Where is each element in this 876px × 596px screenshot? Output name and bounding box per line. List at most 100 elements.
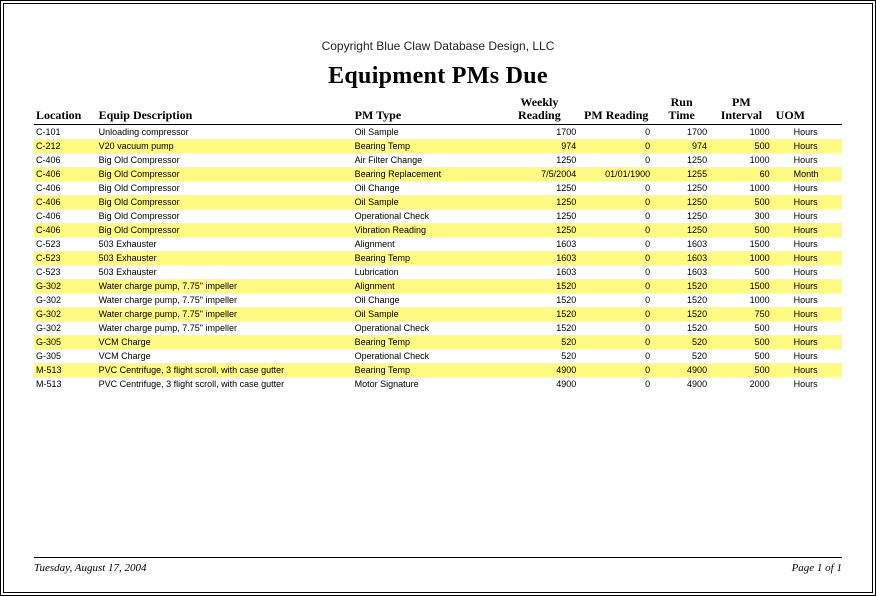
cell-pm-interval: 1000	[711, 251, 774, 265]
cell-pm-reading: 01/01/1900	[580, 167, 654, 181]
cell-run-time: 1700	[654, 125, 711, 140]
cell-pm-interval: 750	[711, 307, 774, 321]
cell-pm-reading: 0	[580, 377, 654, 391]
report-footer: Tuesday, August 17, 2004 Page 1 of 1	[34, 557, 842, 574]
cell-pm-reading: 0	[580, 251, 654, 265]
cell-weekly-reading: 1520	[501, 279, 581, 293]
cell-location: G-305	[34, 349, 97, 363]
cell-run-time: 1250	[654, 195, 711, 209]
cell-weekly-reading: 1520	[501, 293, 581, 307]
cell-location: C-523	[34, 237, 97, 251]
cell-pm-reading: 0	[580, 335, 654, 349]
cell-run-time: 1250	[654, 153, 711, 167]
cell-equip-desc: Water charge pump, 7.75" impeller	[97, 307, 353, 321]
cell-uom: Hours	[774, 195, 842, 209]
cell-run-time: 1520	[654, 307, 711, 321]
cell-equip-desc: Water charge pump, 7.75" impeller	[97, 279, 353, 293]
cell-pm-reading: 0	[580, 195, 654, 209]
cell-pm-reading: 0	[580, 293, 654, 307]
footer-page: Page 1 of 1	[792, 562, 842, 574]
cell-uom: Hours	[774, 139, 842, 153]
report-title: Equipment PMs Due	[34, 63, 842, 90]
cell-equip-desc: Big Old Compressor	[97, 195, 353, 209]
cell-pm-type: Oil Change	[353, 181, 501, 195]
table-row: G-302Water charge pump, 7.75" impellerOi…	[34, 307, 842, 321]
cell-run-time: 1603	[654, 237, 711, 251]
table-row: C-523503 ExhausterLubrication16030160350…	[34, 265, 842, 279]
cell-location: C-523	[34, 265, 97, 279]
cell-weekly-reading: 1250	[501, 181, 581, 195]
cell-pm-reading: 0	[580, 125, 654, 140]
cell-uom: Hours	[774, 377, 842, 391]
col-header-uom: UOM	[774, 94, 842, 125]
cell-pm-type: Oil Sample	[353, 125, 501, 140]
cell-equip-desc: 503 Exhauster	[97, 251, 353, 265]
cell-pm-interval: 60	[711, 167, 774, 181]
cell-pm-reading: 0	[580, 181, 654, 195]
col-header-equip-desc: Equip Description	[97, 94, 353, 125]
cell-pm-reading: 0	[580, 307, 654, 321]
cell-pm-reading: 0	[580, 363, 654, 377]
cell-equip-desc: Big Old Compressor	[97, 223, 353, 237]
cell-pm-type: Operational Check	[353, 349, 501, 363]
col-header-pm-reading: PM Reading	[580, 94, 654, 125]
cell-pm-type: Bearing Temp	[353, 139, 501, 153]
cell-pm-interval: 1000	[711, 181, 774, 195]
cell-location: C-212	[34, 139, 97, 153]
cell-pm-interval: 1500	[711, 237, 774, 251]
cell-location: G-302	[34, 321, 97, 335]
table-row: C-406Big Old CompressorAir Filter Change…	[34, 153, 842, 167]
cell-equip-desc: Unloading compressor	[97, 125, 353, 140]
cell-pm-type: Oil Change	[353, 293, 501, 307]
cell-run-time: 4900	[654, 377, 711, 391]
cell-weekly-reading: 520	[501, 335, 581, 349]
cell-run-time: 1520	[654, 293, 711, 307]
table-row: G-305VCM ChargeBearing Temp5200520500Hou…	[34, 335, 842, 349]
cell-equip-desc: Big Old Compressor	[97, 167, 353, 181]
cell-location: C-406	[34, 153, 97, 167]
cell-pm-interval: 1000	[711, 293, 774, 307]
cell-pm-type: Motor Signature	[353, 377, 501, 391]
report-table: Location Equip Description PM Type Weekl…	[34, 94, 842, 391]
cell-pm-type: Bearing Replacement	[353, 167, 501, 181]
cell-equip-desc: V20 vacuum pump	[97, 139, 353, 153]
cell-uom: Hours	[774, 223, 842, 237]
table-row: G-302Water charge pump, 7.75" impellerOp…	[34, 321, 842, 335]
cell-equip-desc: Big Old Compressor	[97, 181, 353, 195]
cell-pm-interval: 500	[711, 349, 774, 363]
cell-weekly-reading: 4900	[501, 363, 581, 377]
cell-weekly-reading: 1700	[501, 125, 581, 140]
table-row: G-305VCM ChargeOperational Check52005205…	[34, 349, 842, 363]
cell-pm-interval: 500	[711, 335, 774, 349]
report-content: Copyright Blue Claw Database Design, LLC…	[3, 3, 873, 593]
col-header-pm-interval: PM Interval	[711, 94, 774, 125]
cell-weekly-reading: 1250	[501, 223, 581, 237]
cell-weekly-reading: 1603	[501, 251, 581, 265]
cell-equip-desc: VCM Charge	[97, 349, 353, 363]
cell-uom: Hours	[774, 181, 842, 195]
cell-pm-reading: 0	[580, 209, 654, 223]
cell-run-time: 4900	[654, 363, 711, 377]
cell-pm-interval: 500	[711, 195, 774, 209]
cell-pm-interval: 2000	[711, 377, 774, 391]
cell-pm-interval: 500	[711, 139, 774, 153]
cell-pm-type: Bearing Temp	[353, 363, 501, 377]
table-row: C-523503 ExhausterAlignment1603016031500…	[34, 237, 842, 251]
cell-weekly-reading: 1603	[501, 237, 581, 251]
cell-pm-type: Operational Check	[353, 209, 501, 223]
col-header-run-time: Run Time	[654, 94, 711, 125]
table-row: G-302Water charge pump, 7.75" impellerAl…	[34, 279, 842, 293]
table-row: C-406Big Old CompressorOperational Check…	[34, 209, 842, 223]
cell-weekly-reading: 1520	[501, 307, 581, 321]
cell-run-time: 520	[654, 349, 711, 363]
cell-run-time: 1255	[654, 167, 711, 181]
cell-pm-reading: 0	[580, 279, 654, 293]
cell-uom: Hours	[774, 265, 842, 279]
cell-run-time: 1603	[654, 251, 711, 265]
cell-pm-type: Lubrication	[353, 265, 501, 279]
cell-uom: Hours	[774, 237, 842, 251]
table-row: M-513PVC Centrifuge, 3 flight scroll, wi…	[34, 377, 842, 391]
cell-pm-interval: 500	[711, 363, 774, 377]
cell-location: C-406	[34, 167, 97, 181]
cell-pm-reading: 0	[580, 153, 654, 167]
